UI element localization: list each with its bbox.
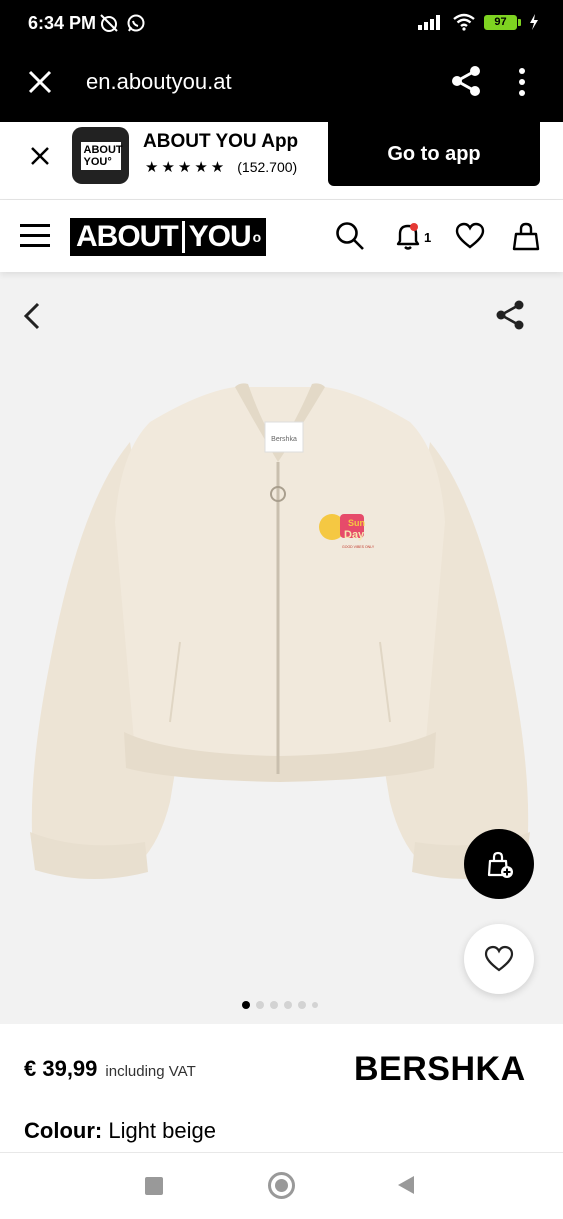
recent-apps-icon[interactable] [145, 1177, 163, 1195]
gallery-pagination [242, 1001, 318, 1009]
charging-icon [530, 14, 538, 30]
battery-icon: 97 [484, 14, 521, 30]
menu-icon[interactable] [20, 223, 52, 249]
alarm-off-icon [100, 14, 118, 32]
about-you-logo[interactable]: ABOUT YOU o [70, 218, 267, 256]
add-to-bag-button[interactable] [464, 829, 534, 899]
pagination-dot[interactable] [242, 1001, 250, 1009]
whatsapp-icon [127, 14, 145, 32]
app-install-banner: ABOUT YOU° ABOUT YOU App ★★★★★ (152.700)… [0, 122, 563, 200]
system-navigation-bar [0, 1152, 563, 1219]
vat-note: including VAT [105, 1063, 196, 1080]
more-vertical-icon[interactable] [510, 66, 534, 98]
bag-plus-icon [487, 851, 513, 878]
status-time: 6:34 PM [28, 13, 97, 33]
pagination-dot[interactable] [256, 1001, 264, 1009]
site-header: ABOUT YOU o 1 [0, 200, 563, 272]
app-icon: ABOUT YOU° [72, 127, 129, 184]
patch-text-sun: Sun [348, 518, 365, 528]
pagination-dot[interactable] [284, 1001, 292, 1009]
price: € 39,99 [24, 1056, 98, 1081]
search-icon[interactable] [334, 220, 366, 252]
colour-label: Colour: [24, 1118, 103, 1143]
app-name: ABOUT YOU App [143, 131, 299, 152]
signal-icon [418, 15, 440, 30]
go-to-app-button[interactable]: Go to app [328, 122, 540, 186]
brand-name[interactable]: BERSHKA [354, 1050, 526, 1089]
rating-count: (152.700) [237, 159, 298, 175]
price-row: € 39,99 including VAT [24, 1056, 196, 1082]
colour-value: Light beige [108, 1118, 216, 1143]
star-rating: ★★★★★ [145, 159, 228, 176]
garment-label-text: Bershka [271, 436, 297, 443]
wishlist-heart-icon [484, 945, 514, 972]
add-to-wishlist-button[interactable] [464, 924, 534, 994]
heart-icon[interactable] [454, 220, 486, 252]
patch-tagline: GOOD VIBES ONLY [342, 545, 375, 549]
close-icon[interactable] [24, 66, 56, 98]
browser-toolbar: en.aboutyou.at [0, 46, 563, 122]
pagination-dot[interactable] [312, 1002, 318, 1008]
battery-level: 97 [484, 14, 517, 30]
status-bar: 6:34 PM 97 [0, 0, 563, 46]
patch-text-day: Day [344, 529, 365, 541]
app-rating: ★★★★★ (152.700) [145, 158, 297, 176]
home-icon[interactable] [268, 1172, 295, 1199]
back-chevron-icon[interactable] [18, 300, 46, 332]
pagination-dot[interactable] [298, 1001, 306, 1009]
url-bar[interactable]: en.aboutyou.at [86, 69, 232, 95]
notification-count: 1 [424, 230, 432, 245]
product-image-jacket: Bershka Sun Day GOOD VIBES ONLY [30, 383, 530, 880]
banner-close-icon[interactable] [24, 140, 56, 172]
product-share-icon[interactable] [493, 298, 527, 332]
bag-icon[interactable] [510, 220, 542, 252]
product-gallery[interactable]: Bershka Sun Day GOOD VIBES ONLY [0, 272, 563, 1024]
bell-icon[interactable] [392, 220, 424, 252]
back-icon[interactable] [398, 1176, 414, 1194]
share-icon[interactable] [449, 64, 483, 98]
wifi-icon [453, 13, 475, 31]
pagination-dot[interactable] [270, 1001, 278, 1009]
colour-info: Colour: Light beige [24, 1118, 216, 1144]
